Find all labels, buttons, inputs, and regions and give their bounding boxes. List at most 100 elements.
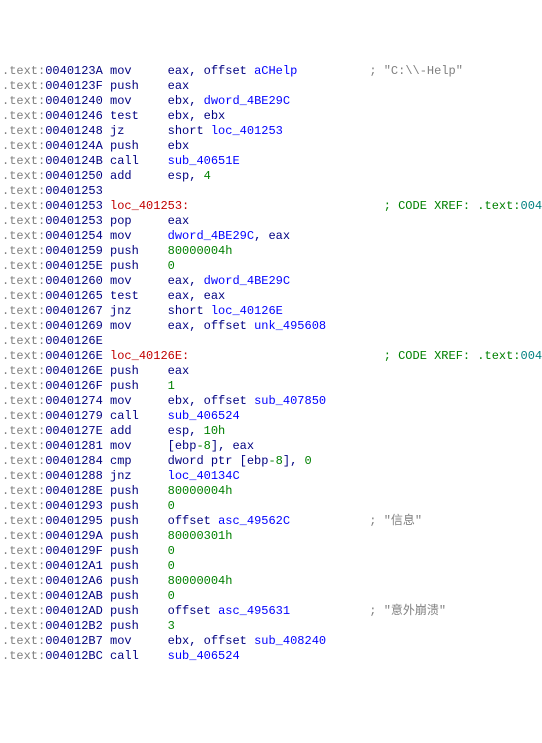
operands[interactable]: 1 (168, 379, 175, 393)
disasm-line[interactable]: .text:0040124B call sub_40651E (2, 154, 540, 169)
disasm-line[interactable]: .text:004012AB push 0 (2, 589, 540, 604)
operands[interactable]: ebx, offset sub_407850 (168, 394, 326, 408)
operands[interactable]: eax (168, 214, 190, 228)
address[interactable]: 0040126F (45, 379, 103, 393)
address[interactable]: 0040126E (45, 334, 103, 348)
disasm-line[interactable]: .text:00401265 test eax, eax (2, 289, 540, 304)
address[interactable]: 00401269 (45, 319, 103, 333)
operands[interactable]: dword ptr [ebp-8], 0 (168, 454, 312, 468)
operands[interactable]: esp, 4 (168, 169, 211, 183)
disasm-line[interactable]: .text:0040126E loc_40126E: ; CODE XREF: … (2, 349, 540, 364)
operands[interactable]: 0 (168, 499, 175, 513)
address[interactable]: 0040123F (45, 79, 103, 93)
address[interactable]: 0040128E (45, 484, 103, 498)
operands[interactable]: eax, dword_4BE29C (168, 274, 290, 288)
operands[interactable]: ebx, offset sub_408240 (168, 634, 326, 648)
disasm-line[interactable]: .text:00401293 push 0 (2, 499, 540, 514)
disasm-line[interactable]: .text:00401248 jz short loc_401253 (2, 124, 540, 139)
disasm-line[interactable]: .text:00401259 push 80000004h (2, 244, 540, 259)
operands[interactable]: 0 (168, 589, 175, 603)
disasm-line[interactable]: .text:00401295 push offset asc_49562C ; … (2, 514, 540, 529)
address[interactable]: 0040125E (45, 259, 103, 273)
disasm-line[interactable]: .text:0040126E (2, 334, 540, 349)
code-label[interactable]: loc_401253: (110, 199, 189, 213)
disasm-line[interactable]: .text:004012A6 push 80000004h (2, 574, 540, 589)
address[interactable]: 00401260 (45, 274, 103, 288)
disasm-line[interactable]: .text:00401260 mov eax, dword_4BE29C (2, 274, 540, 289)
disasm-line[interactable]: .text:0040128E push 80000004h (2, 484, 540, 499)
operands[interactable]: [ebp-8], eax (168, 439, 254, 453)
operands[interactable]: 80000004h (168, 574, 233, 588)
operands[interactable]: short loc_40126E (168, 304, 283, 318)
address[interactable]: 00401288 (45, 469, 103, 483)
address[interactable]: 004012A1 (45, 559, 103, 573)
disasm-line[interactable]: .text:00401267 jnz short loc_40126E (2, 304, 540, 319)
disasm-line[interactable]: .text:0040126E push eax (2, 364, 540, 379)
operands[interactable]: 80000004h (168, 484, 233, 498)
address[interactable]: 0040124B (45, 154, 103, 168)
disasm-line[interactable]: .text:004012B2 push 3 (2, 619, 540, 634)
address[interactable]: 0040127E (45, 424, 103, 438)
disasm-line[interactable]: .text:00401253 (2, 184, 540, 199)
operands[interactable]: ebx, ebx (168, 109, 226, 123)
xref-address[interactable]: 00401267 (521, 349, 542, 363)
address[interactable]: 00401295 (45, 514, 103, 528)
address[interactable]: 004012B2 (45, 619, 103, 633)
disasm-line[interactable]: .text:0040126F push 1 (2, 379, 540, 394)
operands[interactable]: 80000004h (168, 244, 233, 258)
code-label[interactable]: loc_40126E: (110, 349, 189, 363)
disasm-line[interactable]: .text:004012AD push offset asc_495631 ; … (2, 604, 540, 619)
disasm-line[interactable]: .text:00401240 mov ebx, dword_4BE29C (2, 94, 540, 109)
disasm-line[interactable]: .text:0040129A push 80000301h (2, 529, 540, 544)
disasm-line[interactable]: .text:00401253 pop eax (2, 214, 540, 229)
operands[interactable]: sub_40651E (168, 154, 240, 168)
address[interactable]: 0040124A (45, 139, 103, 153)
operands[interactable]: dword_4BE29C, eax (168, 229, 290, 243)
operands[interactable]: eax (168, 364, 190, 378)
operands[interactable]: ebx (168, 139, 190, 153)
operands[interactable]: eax (168, 79, 190, 93)
disasm-line[interactable]: .text:0040124A push ebx (2, 139, 540, 154)
disasm-line[interactable]: .text:004012A1 push 0 (2, 559, 540, 574)
disassembly-listing[interactable]: .text:0040123A mov eax, offset aCHelp ; … (2, 64, 540, 664)
operands[interactable]: 0 (168, 544, 175, 558)
disasm-line[interactable]: .text:00401253 loc_401253: ; CODE XREF: … (2, 199, 540, 214)
address[interactable]: 0040126E (45, 364, 103, 378)
address[interactable]: 00401284 (45, 454, 103, 468)
address[interactable]: 004012A6 (45, 574, 103, 588)
xref-comment[interactable]: ; CODE XREF: .text: (384, 349, 521, 363)
address[interactable]: 00401254 (45, 229, 103, 243)
operands[interactable]: offset asc_49562C (168, 514, 290, 528)
operands[interactable]: esp, 10h (168, 424, 226, 438)
disasm-line[interactable]: .text:0040123A mov eax, offset aCHelp ; … (2, 64, 540, 79)
address[interactable]: 004012B7 (45, 634, 103, 648)
address[interactable]: 00401259 (45, 244, 103, 258)
disasm-line[interactable]: .text:00401246 test ebx, ebx (2, 109, 540, 124)
operands[interactable]: ebx, dword_4BE29C (168, 94, 290, 108)
operands[interactable]: eax, offset aCHelp (168, 64, 298, 78)
disasm-line[interactable]: .text:00401269 mov eax, offset unk_49560… (2, 319, 540, 334)
disasm-line[interactable]: .text:00401279 call sub_406524 (2, 409, 540, 424)
operands[interactable]: offset asc_495631 (168, 604, 290, 618)
address[interactable]: 00401253 (45, 184, 103, 198)
disasm-line[interactable]: .text:004012BC call sub_406524 (2, 649, 540, 664)
operands[interactable]: eax, eax (168, 289, 226, 303)
disasm-line[interactable]: .text:00401284 cmp dword ptr [ebp-8], 0 (2, 454, 540, 469)
disasm-line[interactable]: .text:00401250 add esp, 4 (2, 169, 540, 184)
xref-comment[interactable]: ; CODE XREF: .text: (384, 199, 521, 213)
address[interactable]: 00401253 (45, 199, 103, 213)
address[interactable]: 0040126E (45, 349, 103, 363)
address[interactable]: 00401240 (45, 94, 103, 108)
address[interactable]: 00401248 (45, 124, 103, 138)
operands[interactable]: loc_40134C (168, 469, 240, 483)
operands[interactable]: 0 (168, 559, 175, 573)
operands[interactable]: sub_406524 (168, 649, 240, 663)
xref-address[interactable]: 00401248 (521, 199, 542, 213)
address[interactable]: 00401281 (45, 439, 103, 453)
operands[interactable]: 80000301h (168, 529, 233, 543)
address[interactable]: 00401279 (45, 409, 103, 423)
address[interactable]: 00401274 (45, 394, 103, 408)
disasm-line[interactable]: .text:00401254 mov dword_4BE29C, eax (2, 229, 540, 244)
address[interactable]: 00401265 (45, 289, 103, 303)
disasm-line[interactable]: .text:0040129F push 0 (2, 544, 540, 559)
